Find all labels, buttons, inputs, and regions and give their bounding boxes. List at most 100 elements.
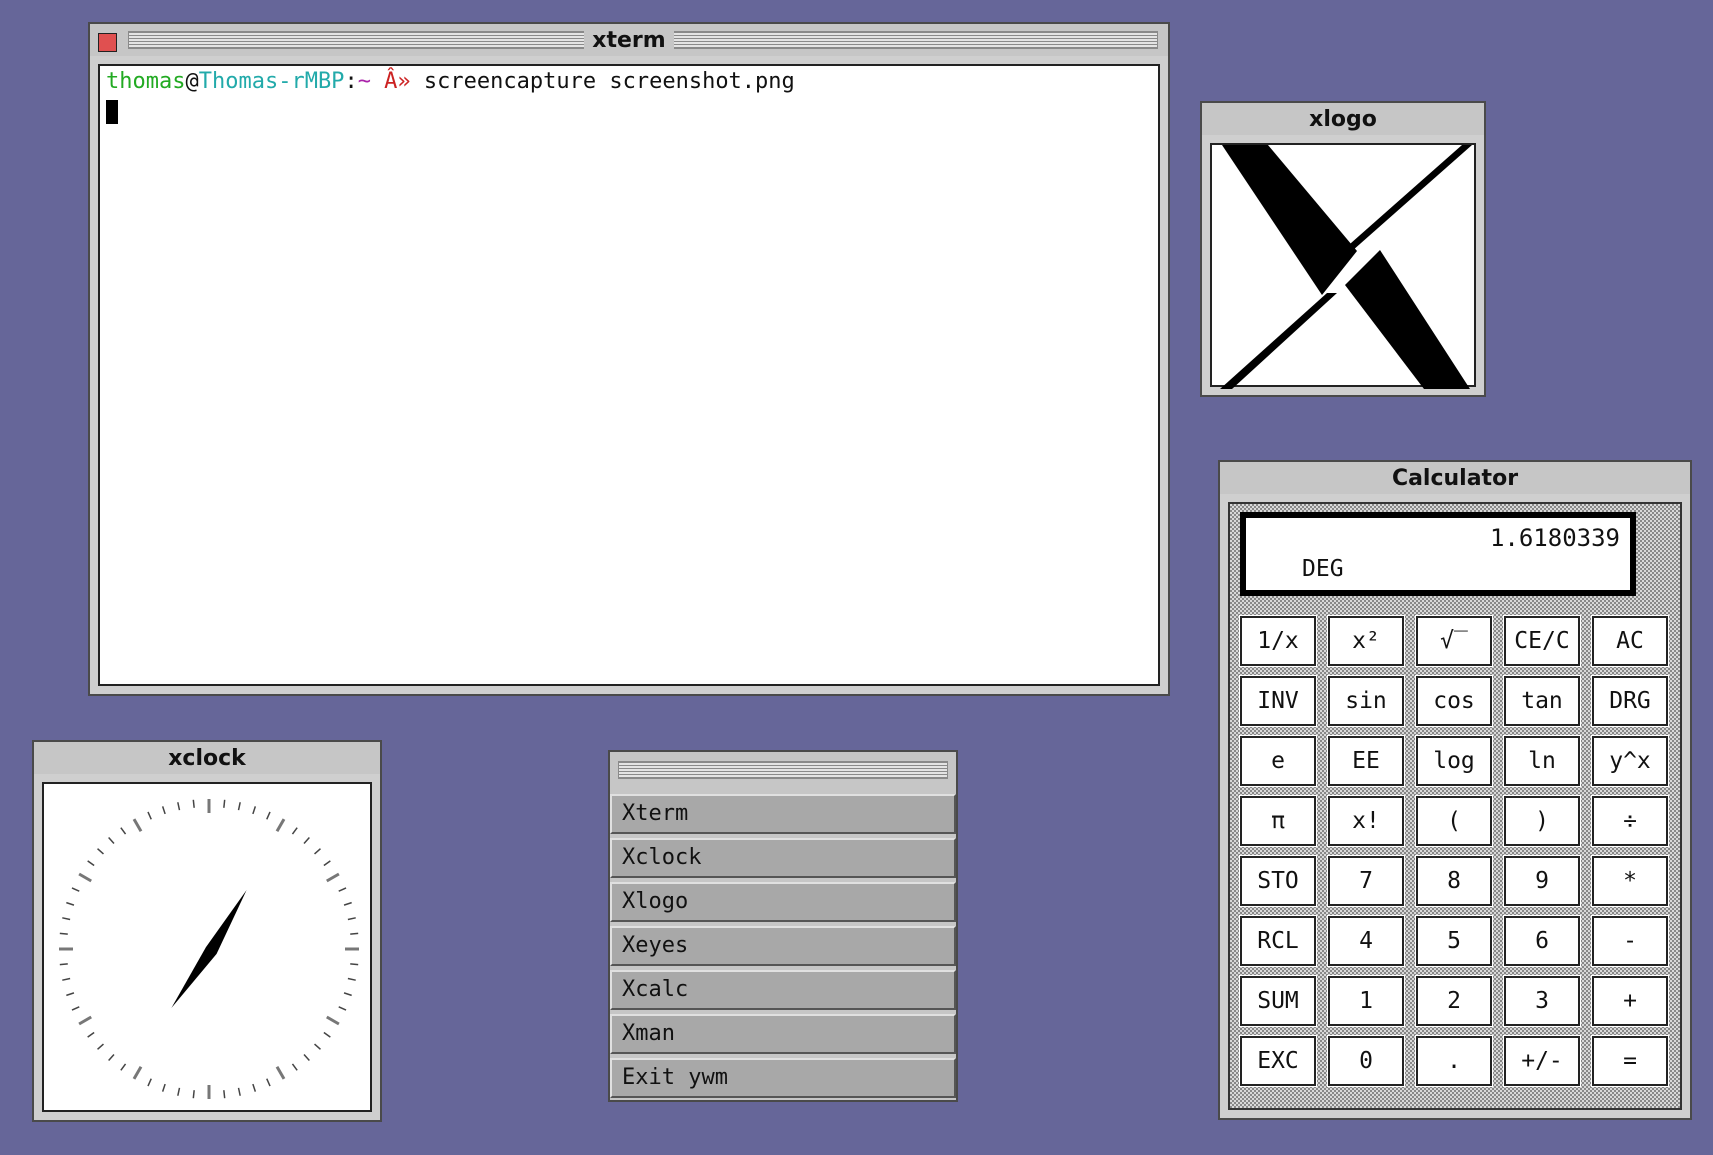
calc-button[interactable]: + [1591,975,1669,1027]
clock-tick [177,802,181,811]
clock-tick [78,1015,92,1026]
calc-button[interactable]: 1/x [1239,615,1317,667]
clock-tick [59,963,68,966]
titlebar-stripes [618,761,948,779]
display-value: 1.6180339 [1489,524,1620,552]
calc-button[interactable]: EXC [1239,1035,1317,1087]
xclock-titlebar[interactable]: xclock [34,742,380,774]
window-title: xterm [584,27,674,53]
calc-button[interactable]: ln [1503,735,1581,787]
xterm-window[interactable]: xterm thomas@Thomas-rMBP:~ Â» screencapt… [88,22,1170,696]
clock-tick [291,1063,298,1071]
xterm-titlebar[interactable]: xterm [90,24,1168,56]
menu-item-xlogo[interactable]: Xlogo [610,882,956,922]
calc-button[interactable]: 9 [1503,855,1581,907]
calc-button[interactable]: ) [1503,795,1581,847]
clock-tick [266,811,271,820]
terminal-area[interactable]: thomas@Thomas-rMBP:~ Â» screencapture sc… [98,64,1160,686]
calc-button[interactable]: * [1591,855,1669,907]
calc-button[interactable]: . [1415,1035,1493,1087]
calc-button[interactable]: SUM [1239,975,1317,1027]
calc-button[interactable]: 0 [1327,1035,1405,1087]
window-title: xclock [160,745,254,771]
xclock-window[interactable]: xclock [32,740,382,1122]
calc-button[interactable]: 2 [1415,975,1493,1027]
clock-tick [347,977,356,981]
close-box-icon[interactable] [98,33,117,52]
calc-button[interactable]: √‾ [1415,615,1493,667]
calc-button[interactable]: x! [1327,795,1405,847]
calc-button[interactable]: sin [1327,675,1405,727]
calc-button[interactable]: log [1415,735,1493,787]
clock-tick [161,1083,166,1092]
prompt-user: thomas [106,69,186,94]
calc-button[interactable]: +/- [1503,1035,1581,1087]
calc-button[interactable]: 3 [1503,975,1581,1027]
clock-hands [171,889,247,1009]
clock-tick [192,1090,195,1099]
calc-button[interactable]: 4 [1327,915,1405,967]
xlogo-canvas [1210,143,1476,389]
calculator-body: 1.6180339 DEG 1/x x² √‾ CE/C AC INV sin cos tan D… [1228,502,1682,1110]
calc-button[interactable]: 5 [1415,915,1493,967]
clock-tick [147,1078,152,1087]
menu-item-xclock[interactable]: Xclock [610,838,956,878]
calc-button[interactable]: EE [1327,735,1405,787]
calculator-titlebar[interactable]: Calculator [1220,462,1690,494]
clock-tick [347,917,356,921]
calc-button[interactable]: 1 [1327,975,1405,1027]
menu-item-xeyes[interactable]: Xeyes [610,926,956,966]
xlogo-window[interactable]: xlogo [1200,101,1486,397]
calc-button[interactable]: STO [1239,855,1317,907]
clock-tick [108,837,115,844]
clock-tick [314,1043,321,1050]
calc-button[interactable]: x² [1327,615,1405,667]
xlogo-titlebar[interactable]: xlogo [1202,103,1484,135]
calc-button[interactable]: DRG [1591,675,1669,727]
clock-tick [266,1078,271,1087]
clock-tick [132,1066,143,1080]
clock-tick [223,799,226,808]
clock-tick [323,860,331,867]
calc-button[interactable]: = [1591,1035,1669,1087]
clock-tick [97,848,104,855]
launcher-menu[interactable]: Xterm Xclock Xlogo Xeyes Xcalc Xman Exit ywm [608,750,958,1102]
clock-tick [343,901,352,906]
menu-item-xman[interactable]: Xman [610,1014,956,1054]
calc-button[interactable]: AC [1591,615,1669,667]
calc-button[interactable]: INV [1239,675,1317,727]
clock-tick [108,1054,115,1061]
menu-item-exit-ywm[interactable]: Exit ywm [610,1058,956,1098]
calc-button[interactable]: ÷ [1591,795,1669,847]
calc-button[interactable]: 8 [1415,855,1493,907]
calculator-window[interactable]: Calculator 1.6180339 DEG 1/x x² √‾ CE/C AC IN… [1218,460,1692,1120]
calc-button[interactable]: 7 [1327,855,1405,907]
prompt-symbol: Â» [370,69,424,94]
calc-button[interactable]: ( [1415,795,1493,847]
clock-tick [59,932,68,935]
calc-button[interactable]: CE/C [1503,615,1581,667]
clock-tick [62,917,71,921]
clock-tick [237,1087,241,1096]
clock-tick [66,992,75,997]
calc-button[interactable]: π [1239,795,1317,847]
clock-tick [237,802,241,811]
calc-button[interactable]: y^x [1591,735,1669,787]
clock-tick [66,901,75,906]
calc-button[interactable]: RCL [1239,915,1317,967]
clock-tick [275,1066,286,1080]
clock-tick [338,887,347,892]
clock-tick [147,811,152,820]
calc-button[interactable]: e [1239,735,1317,787]
clock-tick [303,837,310,844]
clock-tick [252,806,257,815]
calc-button[interactable]: cos [1415,675,1493,727]
menu-item-xcalc[interactable]: Xcalc [610,970,956,1010]
calc-button[interactable]: tan [1503,675,1581,727]
angle-mode-indicator: DEG [1302,556,1344,582]
calc-button[interactable]: - [1591,915,1669,967]
prompt-dir: ~ [357,69,371,94]
calc-button[interactable]: 6 [1503,915,1581,967]
menu-item-xterm[interactable]: Xterm [610,794,956,834]
menu-titlebar[interactable] [610,752,956,790]
